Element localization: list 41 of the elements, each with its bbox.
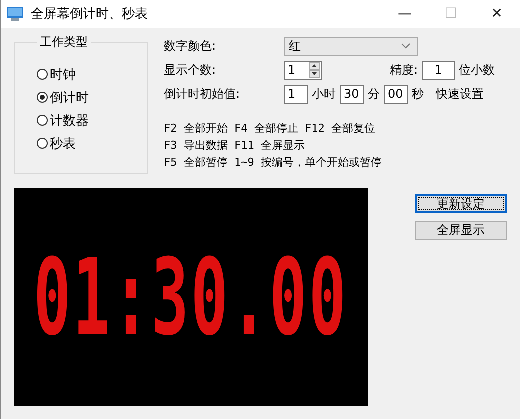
field-label: 显示个数:: [164, 62, 218, 78]
radio-button[interactable]: [37, 92, 48, 103]
radio-option[interactable]: 时钟: [37, 65, 147, 84]
field-label: 数字颜色:: [164, 38, 218, 54]
down-arrow-icon[interactable]: [309, 70, 320, 78]
group-title: 工作类型: [39, 34, 89, 51]
color-dropdown[interactable]: 红: [284, 36, 418, 56]
timer-digits: 01:30.00: [34, 234, 348, 360]
radio-label: 计数器: [50, 112, 89, 130]
hotkey-hint: F2 全部开始 F4 全部停止 F12 全部复位: [164, 121, 376, 137]
action-button[interactable]: 更新设定: [415, 194, 507, 213]
unit-label: 位小数: [459, 62, 496, 78]
radio-option[interactable]: 倒计时: [37, 88, 147, 107]
window-title: 全屏幕倒计时、秒表: [31, 6, 148, 23]
count-spinner[interactable]: 1: [284, 60, 322, 80]
radio-button[interactable]: [37, 138, 48, 149]
radio-button[interactable]: [37, 69, 48, 80]
radio-option[interactable]: 计数器: [37, 111, 147, 130]
radio-button[interactable]: [37, 115, 48, 126]
action-button[interactable]: 全屏显示: [415, 221, 507, 240]
seconds-field[interactable]: 00: [384, 84, 408, 104]
quick-settings-link[interactable]: 快速设置: [436, 86, 484, 102]
field-label: 倒计时初始值:: [164, 86, 242, 102]
field-label: 精度:: [390, 62, 418, 78]
radio-option[interactable]: 秒表: [37, 134, 147, 153]
up-arrow-icon[interactable]: [309, 62, 320, 70]
unit-label: 秒: [412, 86, 424, 102]
hotkey-hint: F5 全部暂停 1~9 按编号，单个开始或暂停: [164, 155, 383, 171]
hours-field[interactable]: 1: [284, 84, 308, 104]
chevron-icon: [401, 43, 411, 49]
close-button[interactable]: ✕: [474, 0, 520, 28]
minimize-button[interactable]: —: [382, 0, 428, 28]
unit-label: 分: [368, 86, 380, 102]
monitor-icon: [7, 7, 23, 21]
precision-field[interactable]: 1: [422, 60, 456, 80]
hotkey-hint: F3 导出数据 F11 全屏显示: [164, 138, 306, 154]
radio-label: 倒计时: [50, 90, 89, 106]
unit-label: 小时: [312, 86, 336, 102]
radio-label: 秒表: [50, 136, 76, 152]
radio-label: 时钟: [50, 66, 76, 84]
minutes-field[interactable]: 30: [340, 84, 364, 104]
